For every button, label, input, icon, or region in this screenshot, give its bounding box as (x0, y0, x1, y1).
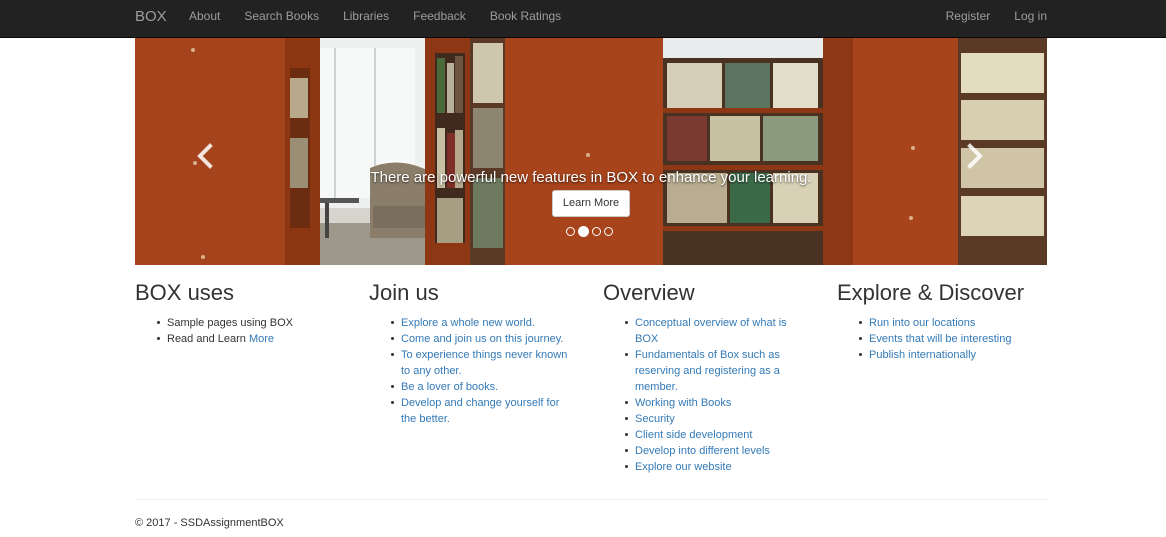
list-item: Explore our website (625, 459, 800, 475)
nav-book-ratings[interactable]: Book Ratings (478, 0, 573, 38)
footer-copyright: © 2017 - SSDAssignmentBOX (135, 517, 284, 529)
nav-login[interactable]: Log in (1002, 0, 1059, 38)
list-item: Working with Books (625, 395, 800, 411)
list-item-text: Read and Learn (167, 333, 249, 345)
list-item: To experience things never known to any … (391, 347, 569, 379)
list-link[interactable]: Come and join us on this journey. (401, 333, 563, 345)
list-item: Sample pages using BOX (157, 315, 355, 331)
column-heading: Join us (369, 280, 439, 305)
list-item: Come and join us on this journey. (391, 331, 569, 347)
list-item: Read and Learn More (157, 331, 355, 347)
list-item: Develop into different levels (625, 443, 800, 459)
column-box-uses: BOX uses Sample pages using BOX Read and… (135, 279, 355, 347)
list-item: Client side development (625, 427, 800, 443)
list-item: Be a lover of books. (391, 379, 569, 395)
list-item: Fundamentals of Box such as reserving an… (625, 347, 800, 395)
list-link[interactable]: Events that will be interesting (869, 333, 1011, 345)
list-item: Security (625, 411, 800, 427)
brand-link[interactable]: BOX (135, 8, 167, 26)
list-item: Run into our locations (859, 315, 1049, 331)
list-item: Events that will be interesting (859, 331, 1049, 347)
list-link[interactable]: Fundamentals of Box such as reserving an… (635, 349, 780, 393)
column-heading: BOX uses (135, 280, 235, 305)
list-link[interactable]: Publish internationally (869, 349, 976, 361)
nav-libraries[interactable]: Libraries (331, 0, 401, 38)
carousel-indicator-active[interactable] (578, 226, 589, 237)
list-item: Publish internationally (859, 347, 1049, 363)
list-link[interactable]: Explore our website (635, 461, 732, 473)
list-link[interactable]: To experience things never known to any … (401, 349, 567, 377)
nav-search-books[interactable]: Search Books (232, 0, 331, 38)
list-link[interactable]: Conceptual overview of what is BOX (635, 317, 787, 345)
carousel: There are powerful new features in BOX t… (135, 38, 1047, 265)
account-nav: Register Log in (934, 0, 1059, 38)
column-list: Run into our locations Events that will … (859, 315, 1049, 363)
column-list: Sample pages using BOX Read and Learn Mo… (157, 315, 355, 347)
carousel-indicators (566, 226, 613, 237)
footer-divider (135, 499, 1047, 500)
carousel-indicator[interactable] (604, 227, 613, 236)
nav-about[interactable]: About (177, 0, 232, 38)
column-join-us: Join us Explore a whole new world. Come … (369, 279, 589, 427)
main-nav: About Search Books Libraries Feedback Bo… (177, 0, 573, 38)
learn-more-button[interactable]: Learn More (552, 190, 630, 217)
carousel-caption: There are powerful new features in BOX t… (370, 169, 812, 186)
column-heading: Overview (603, 280, 695, 305)
list-link[interactable]: Be a lover of books. (401, 381, 498, 393)
column-overview: Overview Conceptual overview of what is … (603, 279, 823, 475)
nav-feedback[interactable]: Feedback (401, 0, 478, 38)
nav-register[interactable]: Register (934, 0, 1003, 38)
list-link[interactable]: Run into our locations (869, 317, 975, 329)
navbar: BOX About Search Books Libraries Feedbac… (0, 0, 1166, 38)
column-heading: Explore & Discover (837, 280, 1025, 305)
list-link[interactable]: Security (635, 413, 675, 425)
list-link[interactable]: Develop into different levels (635, 445, 770, 457)
list-item-text: Sample pages using BOX (167, 317, 293, 329)
list-item: Conceptual overview of what is BOX (625, 315, 800, 347)
column-explore-discover: Explore & Discover Run into our location… (837, 279, 1057, 363)
list-link[interactable]: Explore a whole new world. (401, 317, 535, 329)
carousel-indicator[interactable] (592, 227, 601, 236)
list-item: Develop and change yourself for the bett… (391, 395, 569, 427)
list-link[interactable]: Develop and change yourself for the bett… (401, 397, 559, 425)
list-item: Explore a whole new world. (391, 315, 569, 331)
carousel-indicator[interactable] (566, 227, 575, 236)
chevron-right-icon (967, 143, 983, 169)
column-list: Conceptual overview of what is BOX Funda… (625, 315, 800, 475)
chevron-left-icon (197, 143, 213, 169)
list-link[interactable]: Client side development (635, 429, 752, 441)
column-list: Explore a whole new world. Come and join… (391, 315, 569, 427)
list-link[interactable]: Working with Books (635, 397, 731, 409)
more-link[interactable]: More (249, 333, 274, 345)
